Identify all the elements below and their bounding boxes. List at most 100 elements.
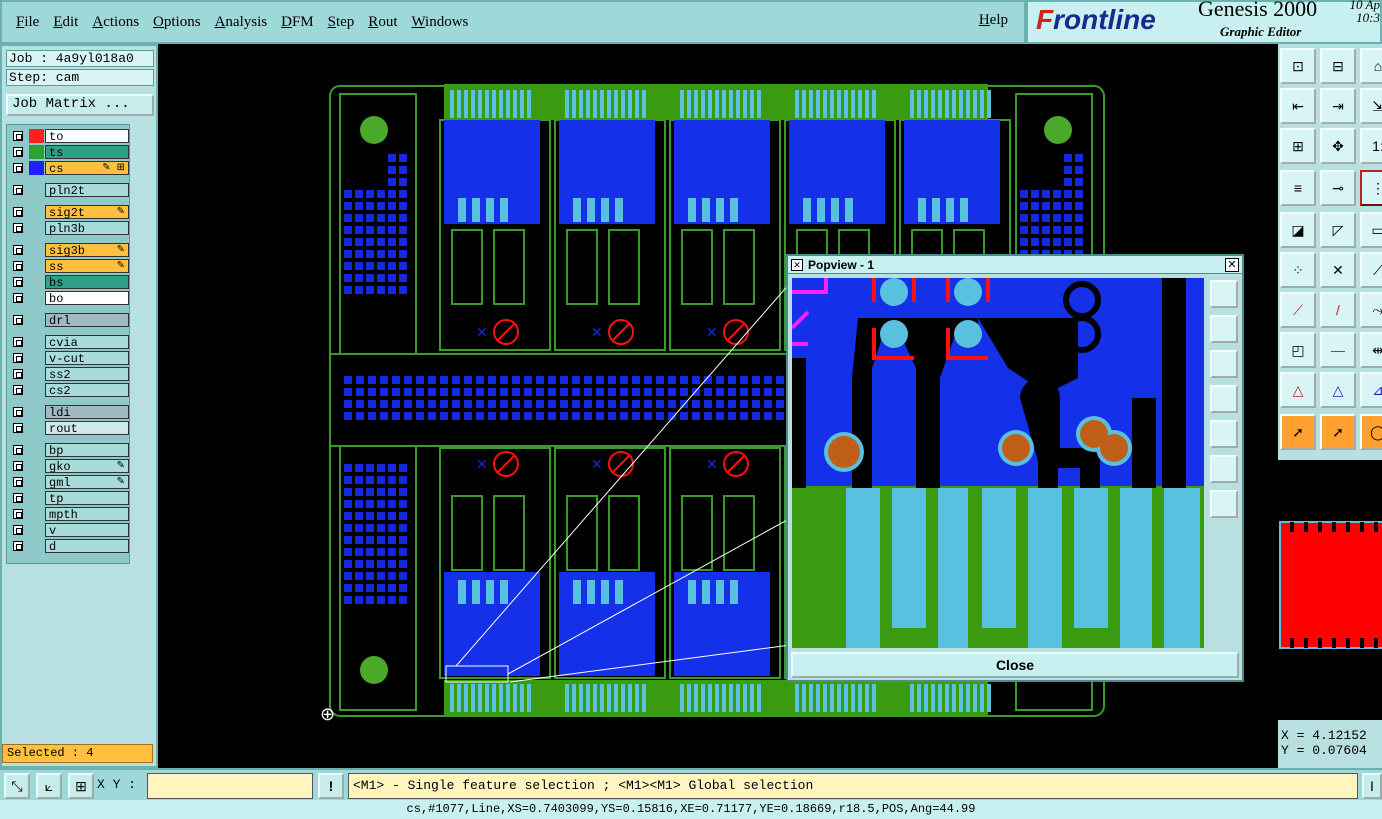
menu-edit[interactable]: Edit (53, 14, 78, 31)
tool-button-25[interactable]: △ (1280, 372, 1316, 408)
popview-tool-3[interactable] (1210, 350, 1238, 378)
layer-row-v[interactable]: v (9, 523, 129, 538)
zoom-fit-button[interactable]: ⊞ (1280, 128, 1316, 164)
measure-icon[interactable]: ⤡ (4, 773, 30, 799)
layer-name[interactable]: cs2 (45, 383, 129, 398)
warning-button[interactable]: ! (318, 773, 344, 799)
layer-row-ts[interactable]: ts (9, 145, 129, 160)
tool-button-4[interactable]: ⇤ (1280, 88, 1316, 124)
layer-name[interactable]: to (45, 129, 129, 144)
layer-checkbox[interactable] (13, 223, 23, 233)
tool-button-14[interactable]: ◸ (1320, 212, 1356, 248)
menu-rout[interactable]: Rout (368, 14, 397, 31)
layer-name[interactable]: sig2t ✎ (45, 205, 129, 220)
menu-dfm[interactable]: DFM (281, 14, 314, 31)
layer-checkbox[interactable] (13, 337, 23, 347)
layer-checkbox[interactable] (13, 493, 23, 503)
layer-row-drl[interactable]: drl (9, 313, 129, 328)
layer-name[interactable]: d (45, 539, 129, 554)
layer-row-ss[interactable]: ss ✎ (9, 259, 129, 274)
layer-color-swatch[interactable] (29, 129, 44, 143)
layer-checkbox[interactable] (13, 541, 23, 551)
layer-name[interactable]: ss ✎ (45, 259, 129, 274)
layer-name[interactable]: sig3b ✎ (45, 243, 129, 258)
select-circle-button[interactable]: ◯ (1360, 414, 1382, 450)
tool-button-11[interactable]: ⊸ (1320, 170, 1356, 206)
tool-button-13[interactable]: ◪ (1280, 212, 1316, 248)
grid-icon[interactable]: ⊞ (68, 773, 94, 799)
layer-name[interactable]: bp (45, 443, 129, 458)
layer-checkbox[interactable] (13, 207, 23, 217)
tool-button-17[interactable]: ✕ (1320, 252, 1356, 288)
tool-button-1[interactable]: ⊡ (1280, 48, 1316, 84)
layer-name[interactable]: tp (45, 491, 129, 506)
layer-checkbox[interactable] (13, 185, 23, 195)
layer-row-d[interactable]: d (9, 539, 129, 554)
layer-checkbox[interactable] (13, 477, 23, 487)
tool-button-12[interactable]: ⋮ (1360, 170, 1382, 206)
layer-row-cs[interactable]: cs ✎ ⊞ (9, 161, 129, 176)
layer-checkbox[interactable] (13, 385, 23, 395)
layer-checkbox[interactable] (13, 525, 23, 535)
layer-row-tp[interactable]: tp (9, 491, 129, 506)
layer-color-swatch[interactable] (29, 161, 44, 175)
popview-close-icon[interactable]: ✕ (1225, 258, 1239, 272)
layer-name[interactable]: v-cut (45, 351, 129, 366)
layer-row-gko[interactable]: gko ✎ (9, 459, 129, 474)
tool-button-18[interactable]: ⟋ (1360, 252, 1382, 288)
snap-icon[interactable]: ⟀ (36, 773, 62, 799)
layer-name[interactable]: bs (45, 275, 129, 290)
popview-close-button[interactable]: Close (791, 652, 1239, 678)
overview-map[interactable] (1278, 460, 1382, 720)
popview-tool-6[interactable] (1210, 455, 1238, 483)
popview-tool-4[interactable] (1210, 385, 1238, 413)
select-arrow-button[interactable]: ➚ (1280, 414, 1316, 450)
tool-button-19[interactable]: ⟋ (1280, 292, 1316, 328)
layer-name[interactable]: gko ✎ (45, 459, 129, 474)
zoom-center-button[interactable]: ✥ (1320, 128, 1356, 164)
layer-name[interactable]: v (45, 523, 129, 538)
menu-help[interactable]: Help (979, 12, 1008, 29)
layer-checkbox[interactable] (13, 423, 23, 433)
layer-row-v-cut[interactable]: v-cut (9, 351, 129, 366)
layer-name[interactable]: cvia (45, 335, 129, 350)
layer-checkbox[interactable] (13, 315, 23, 325)
layer-row-sig3b[interactable]: sig3b ✎ (9, 243, 129, 258)
popview-tool-5[interactable] (1210, 420, 1238, 448)
tool-button-16[interactable]: ⁘ (1280, 252, 1316, 288)
tool-button-6[interactable]: ⇲ (1360, 88, 1382, 124)
select-box-button[interactable]: ➚ (1320, 414, 1356, 450)
layer-name[interactable]: bo (45, 291, 129, 306)
window-menu-icon[interactable]: ✕ (791, 259, 803, 271)
tool-button-23[interactable]: — (1320, 332, 1356, 368)
layer-row-gml[interactable]: gml ✎ (9, 475, 129, 490)
layer-name[interactable]: pln2t (45, 183, 129, 198)
layer-name[interactable]: ldi (45, 405, 129, 420)
tool-button-10[interactable]: ≡ (1280, 170, 1316, 206)
layer-checkbox[interactable] (13, 131, 23, 141)
layer-checkbox[interactable] (13, 509, 23, 519)
layer-checkbox[interactable] (13, 369, 23, 379)
menu-analysis[interactable]: Analysis (215, 14, 268, 31)
menu-step[interactable]: Step (328, 14, 355, 31)
tool-button-15[interactable]: ▭ (1360, 212, 1382, 248)
layer-checkbox[interactable] (13, 407, 23, 417)
menu-file[interactable]: File (16, 14, 39, 31)
tool-button-3[interactable]: ⌂ (1360, 48, 1382, 84)
layer-checkbox[interactable] (13, 353, 23, 363)
layer-name[interactable]: mpth (45, 507, 129, 522)
layer-row-pln2t[interactable]: pln2t (9, 183, 129, 198)
xy-input[interactable] (147, 773, 313, 799)
layer-name[interactable]: ts (45, 145, 129, 160)
layer-row-pln3b[interactable]: pln3b (9, 221, 129, 236)
layer-checkbox[interactable] (13, 277, 23, 287)
popview-tool-7[interactable] (1210, 490, 1238, 518)
popview-tool-2[interactable] (1210, 315, 1238, 343)
job-matrix-button[interactable]: Job Matrix ... (6, 94, 154, 116)
popview-tool-1[interactable] (1210, 280, 1238, 308)
layer-row-sig2t[interactable]: sig2t ✎ (9, 205, 129, 220)
layer-row-cvia[interactable]: cvia (9, 335, 129, 350)
layer-name[interactable]: ss2 (45, 367, 129, 382)
tool-button-2[interactable]: ⊟ (1320, 48, 1356, 84)
layer-row-to[interactable]: to (9, 129, 129, 144)
